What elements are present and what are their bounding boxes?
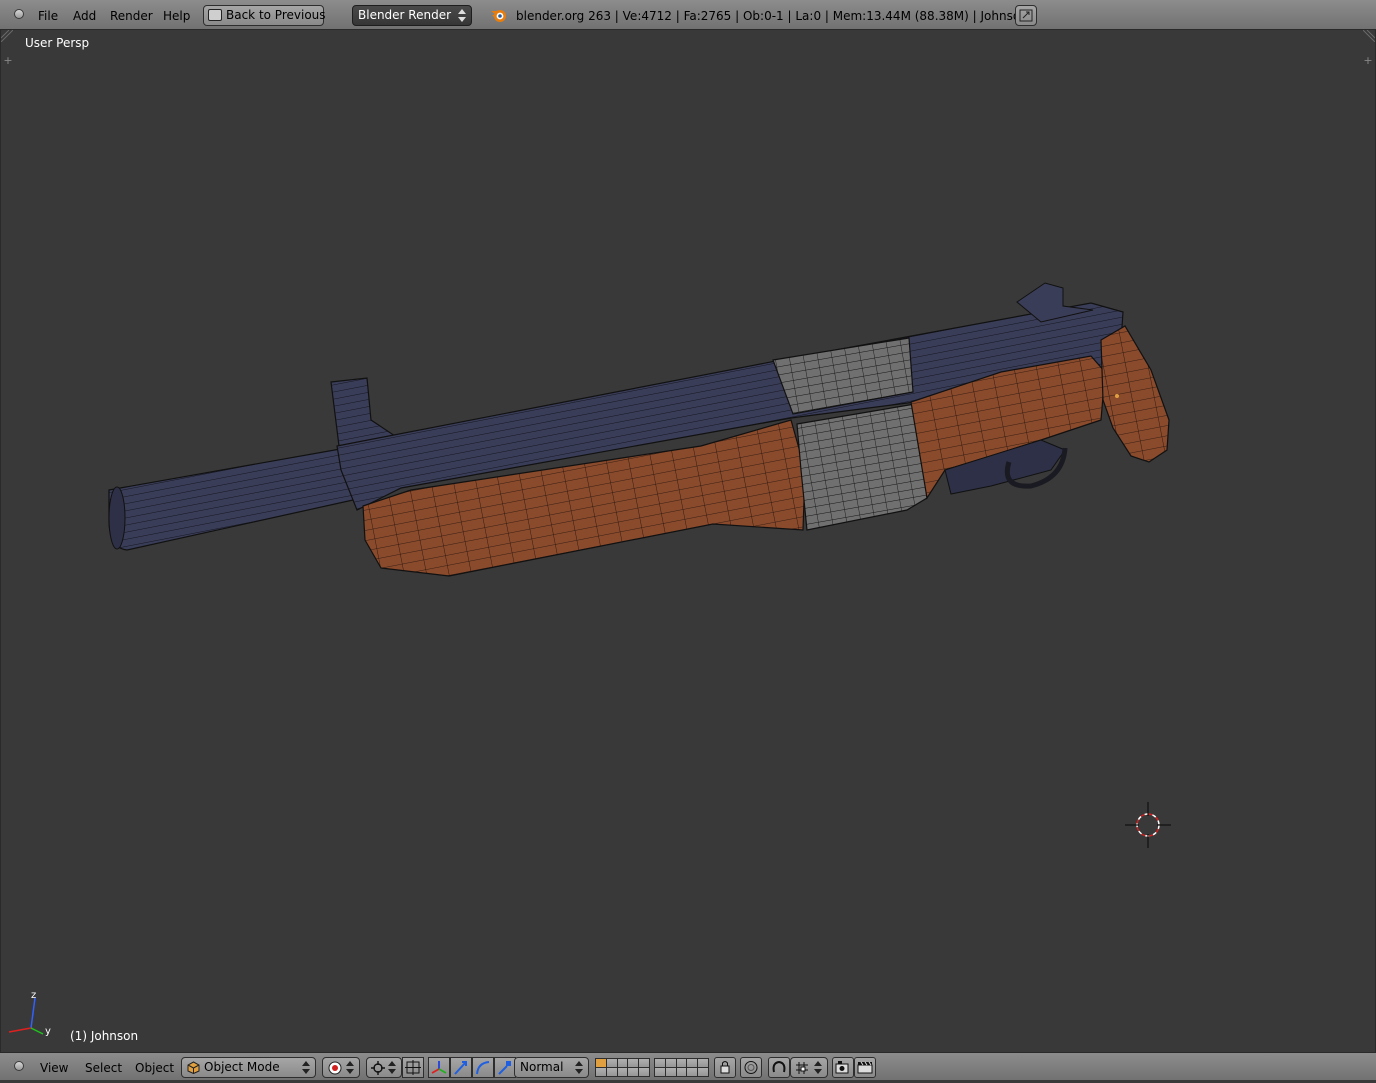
layer-6[interactable]	[655, 1059, 665, 1067]
manipulator-rotate-toggle[interactable]	[450, 1057, 472, 1078]
shotgun-model[interactable]	[1, 30, 1375, 1052]
layer-20[interactable]	[698, 1068, 708, 1076]
layer-11[interactable]	[596, 1068, 606, 1076]
manipulator-arc-icon	[476, 1061, 490, 1075]
snap-element-dropdown[interactable]	[790, 1057, 828, 1078]
proportional-edit-icon	[744, 1061, 758, 1074]
manipulator-scale-toggle[interactable]	[472, 1057, 494, 1078]
menu-object[interactable]: Object	[135, 1053, 174, 1081]
back-to-previous-label: Back to Previous	[226, 8, 326, 22]
layer-2[interactable]	[606, 1059, 617, 1067]
viewport-shading-dropdown[interactable]	[322, 1057, 360, 1078]
chevron-updown-icon	[302, 1061, 310, 1074]
render-engine-label: Blender Render	[358, 8, 452, 22]
snap-increment-icon	[796, 1062, 808, 1074]
layer-1[interactable]	[596, 1059, 606, 1067]
manipulator-scale-icon	[498, 1061, 511, 1075]
back-to-previous-button[interactable]: Back to Previous	[203, 5, 326, 26]
render-anim-icon	[857, 1061, 873, 1074]
axis-gizmo: z y	[8, 990, 51, 1037]
menu-select[interactable]: Select	[85, 1053, 122, 1081]
layer-9[interactable]	[687, 1059, 698, 1067]
chevron-updown-icon	[388, 1061, 396, 1074]
3d-viewport[interactable]: User Persp + + z y (1) Johnson	[0, 30, 1376, 1052]
editor-type-toggle-3d[interactable]	[14, 1061, 24, 1071]
chevron-updown-icon	[814, 1061, 822, 1074]
layer-10[interactable]	[698, 1059, 708, 1067]
info-header: File Add Render Help Back to Previous Bl…	[0, 0, 1376, 30]
barrel-tube	[108, 447, 354, 551]
axis-y-label: y	[45, 1026, 51, 1037]
object-info-label: (1) Johnson	[70, 1029, 139, 1043]
manipulator-translate-toggle[interactable]	[428, 1057, 450, 1078]
fullscreen-icon	[1019, 9, 1033, 22]
menu-file[interactable]: File	[38, 0, 58, 30]
pivot-point-icon	[371, 1061, 385, 1075]
menu-help[interactable]: Help	[163, 0, 190, 30]
manipulator-icon	[405, 1060, 421, 1075]
manipulator-rotate-icon	[454, 1061, 467, 1075]
object-origin-dot	[1115, 394, 1119, 398]
layer-8[interactable]	[676, 1059, 687, 1067]
layer-4[interactable]	[628, 1059, 639, 1067]
layer-16[interactable]	[655, 1068, 665, 1076]
scene-stats: blender.org 263 | Ve:4712 | Fa:2765 | Ob…	[516, 9, 1028, 23]
menu-add[interactable]: Add	[73, 0, 96, 30]
fullscreen-toggle-button[interactable]	[1015, 5, 1037, 26]
transform-orientation-label: Normal	[520, 1060, 564, 1074]
editor-type-toggle[interactable]	[14, 9, 24, 19]
layer-14[interactable]	[628, 1068, 639, 1076]
chevron-updown-icon	[575, 1061, 583, 1074]
pivot-point-dropdown[interactable]	[366, 1057, 402, 1078]
render-camera-icon	[835, 1061, 849, 1074]
mode-dropdown[interactable]: Object Mode	[181, 1057, 316, 1078]
layer-12[interactable]	[606, 1068, 617, 1076]
blender-logo-icon	[491, 10, 506, 22]
layer-15[interactable]	[639, 1068, 649, 1076]
layer-3[interactable]	[617, 1059, 628, 1067]
middle-band	[796, 403, 928, 531]
layers-grid-left[interactable]	[595, 1058, 650, 1077]
barrel-muzzle	[108, 486, 126, 550]
layers-grid-right[interactable]	[654, 1058, 709, 1077]
lock-icon	[720, 1061, 730, 1074]
render-engine-dropdown[interactable]: Blender Render	[352, 5, 472, 26]
manipulator-toggle[interactable]	[402, 1057, 424, 1078]
render-animation-button[interactable]	[854, 1057, 876, 1078]
lock-camera-layers-button[interactable]	[714, 1057, 736, 1078]
layer-17[interactable]	[665, 1068, 676, 1076]
proportional-edit-button[interactable]	[740, 1057, 762, 1078]
chevron-updown-icon	[458, 9, 466, 22]
axis-z-label: z	[31, 990, 36, 1001]
snap-toggle-button[interactable]	[768, 1057, 790, 1078]
pistol-grip	[1100, 325, 1170, 463]
snap-magnet-icon	[772, 1060, 786, 1073]
render-opengl-button[interactable]	[832, 1057, 854, 1078]
layer-7[interactable]	[665, 1059, 676, 1067]
3d-view-header: View Select Object Object Mode Normal	[0, 1052, 1376, 1080]
transform-orientation-dropdown[interactable]: Normal	[514, 1057, 589, 1078]
object-cube-icon	[187, 1061, 200, 1074]
back-icon	[208, 9, 222, 21]
manipulator-translate-icon	[431, 1061, 447, 1074]
viewport-shading-icon	[328, 1061, 342, 1075]
mode-label: Object Mode	[204, 1060, 280, 1074]
layer-5[interactable]	[639, 1059, 649, 1067]
manipulator-size-toggle[interactable]	[494, 1057, 516, 1078]
chevron-updown-icon	[346, 1061, 354, 1074]
layer-19[interactable]	[687, 1068, 698, 1076]
3d-cursor-icon[interactable]	[1125, 802, 1171, 848]
layer-18[interactable]	[676, 1068, 687, 1076]
menu-render[interactable]: Render	[110, 0, 153, 30]
layer-13[interactable]	[617, 1068, 628, 1076]
menu-view[interactable]: View	[40, 1053, 68, 1081]
